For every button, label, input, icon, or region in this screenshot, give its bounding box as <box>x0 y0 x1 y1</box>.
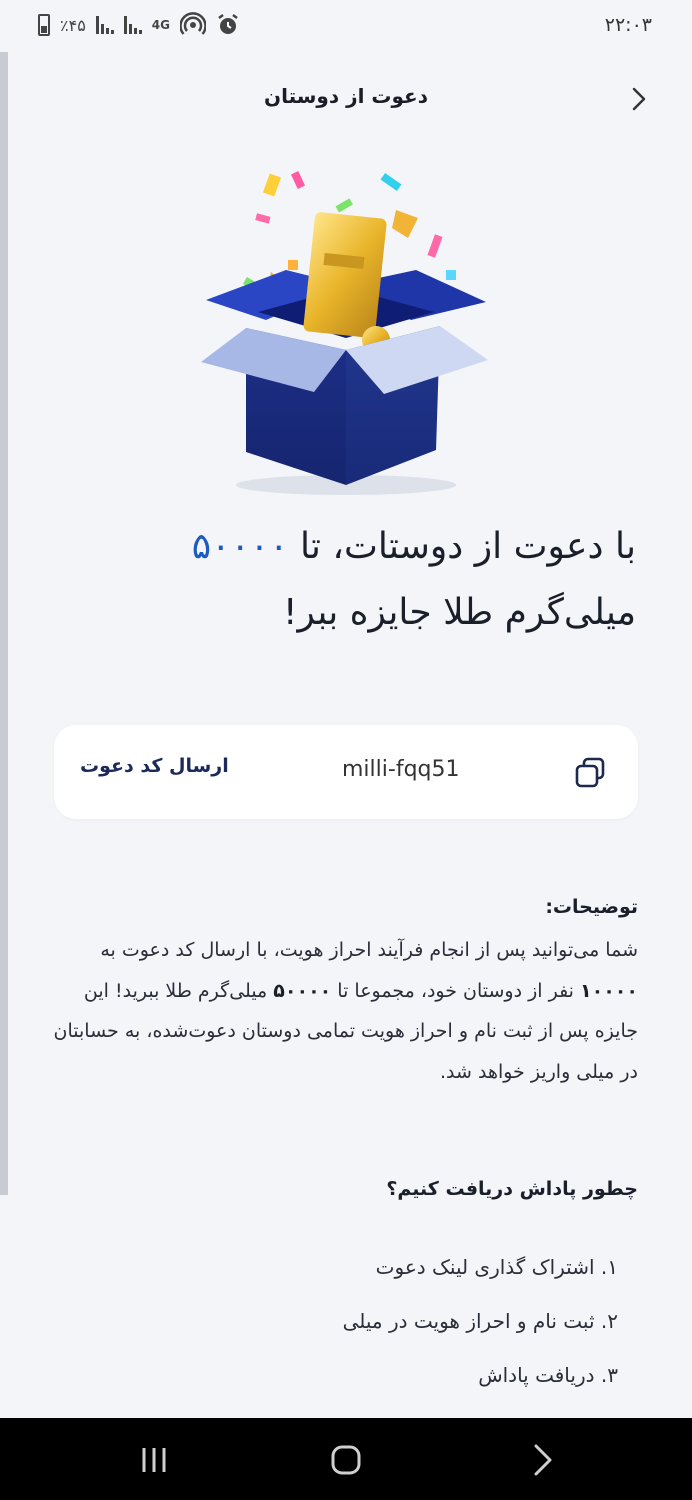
description-part-1: شما می‌توانید پس از انجام فرآیند احراز ه… <box>100 939 638 961</box>
how-to-title: چطور پاداش دریافت کنیم؟ <box>386 1178 638 1200</box>
invite-code-card: ارسال کد دعوت milli-fqq51 <box>54 725 638 819</box>
home-icon[interactable] <box>326 1440 366 1480</box>
headline-suffix: میلی‌گرم طلا جایزه ببر! <box>283 592 636 633</box>
signal-icon-2 <box>123 16 142 34</box>
chevron-right-icon[interactable] <box>624 84 654 114</box>
invite-headline: با دعوت از دوستات، تا ۵۰۰۰۰ میلی‌گرم طلا… <box>56 514 636 646</box>
signal-icon <box>95 16 114 34</box>
scroll-indicator <box>0 52 8 1195</box>
description-title: توضیحات: <box>545 896 638 918</box>
network-type: 4G <box>151 18 170 32</box>
description-part-2: نفر از دوستان خود، مجموعا تا <box>331 979 581 1002</box>
headline-amount: ۵۰۰۰۰ <box>191 526 289 567</box>
battery-icon <box>38 14 50 36</box>
recent-apps-icon[interactable] <box>134 1440 174 1480</box>
description-text: شما می‌توانید پس از انجام فرآیند احراز ه… <box>48 930 638 1092</box>
battery-percent: ٪۴۵ <box>60 15 86 35</box>
list-item: ۲. ثبت نام و احراز هویت در میلی <box>342 1309 618 1333</box>
system-nav-bar <box>0 1418 692 1500</box>
page-title: دعوت از دوستان <box>264 84 428 108</box>
send-invite-button[interactable]: ارسال کد دعوت <box>80 755 229 777</box>
alarm-icon <box>218 14 238 34</box>
reward-steps-list: ۱. اشتراک گذاری لینک دعوت ۲. ثبت نام و ا… <box>58 1240 618 1402</box>
description-count: ۱۰۰۰۰ <box>580 979 638 1002</box>
headline-prefix: با دعوت از دوستات، تا <box>299 526 636 567</box>
hotspot-icon <box>179 12 206 35</box>
status-time: ۲۲:۰۳ <box>604 14 652 36</box>
list-item: ۱. اشتراک گذاری لینک دعوت <box>375 1255 618 1279</box>
page-header: دعوت از دوستان <box>0 70 692 126</box>
description-amount: ۵۰۰۰۰ <box>273 979 332 1002</box>
gift-box-illustration <box>201 171 488 495</box>
copy-icon[interactable] <box>570 753 610 793</box>
list-item: ۳. دریافت پاداش <box>478 1363 618 1387</box>
back-icon[interactable] <box>522 1440 562 1480</box>
status-bar: ٪۴۵ 4G ۲۲:۰۳ <box>0 0 692 52</box>
invite-code: milli-fqq51 <box>342 757 460 782</box>
status-icons: ٪۴۵ 4G <box>38 12 240 38</box>
